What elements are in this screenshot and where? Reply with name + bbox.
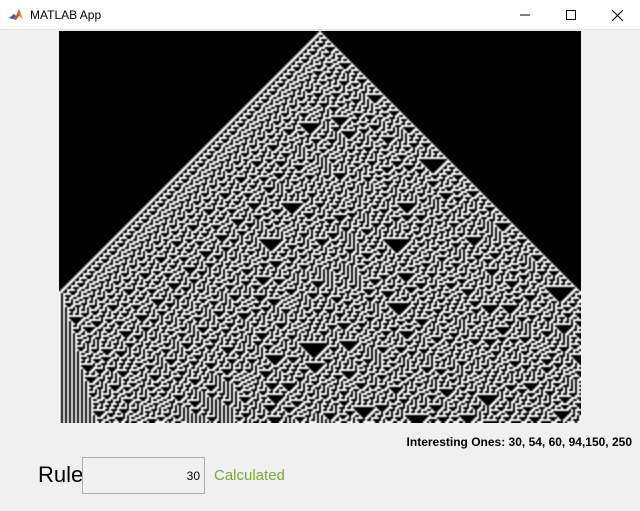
minimize-icon — [520, 14, 530, 16]
automaton-canvas — [59, 31, 581, 423]
automaton-plot — [59, 31, 581, 423]
close-button[interactable] — [594, 0, 640, 30]
status-text: Calculated — [214, 467, 285, 484]
interesting-rules-label: Interesting Ones: 30, 54, 60, 94,150, 25… — [406, 435, 632, 449]
minimize-button[interactable] — [502, 0, 548, 30]
window-title: MATLAB App — [30, 8, 102, 22]
maximize-button[interactable] — [548, 0, 594, 30]
matlab-logo-icon — [8, 7, 24, 23]
rule-input[interactable] — [82, 457, 205, 494]
title-bar: MATLAB App — [0, 0, 640, 30]
maximize-icon — [566, 10, 576, 20]
close-icon — [611, 9, 623, 21]
rule-label: Rule — [38, 462, 84, 487]
